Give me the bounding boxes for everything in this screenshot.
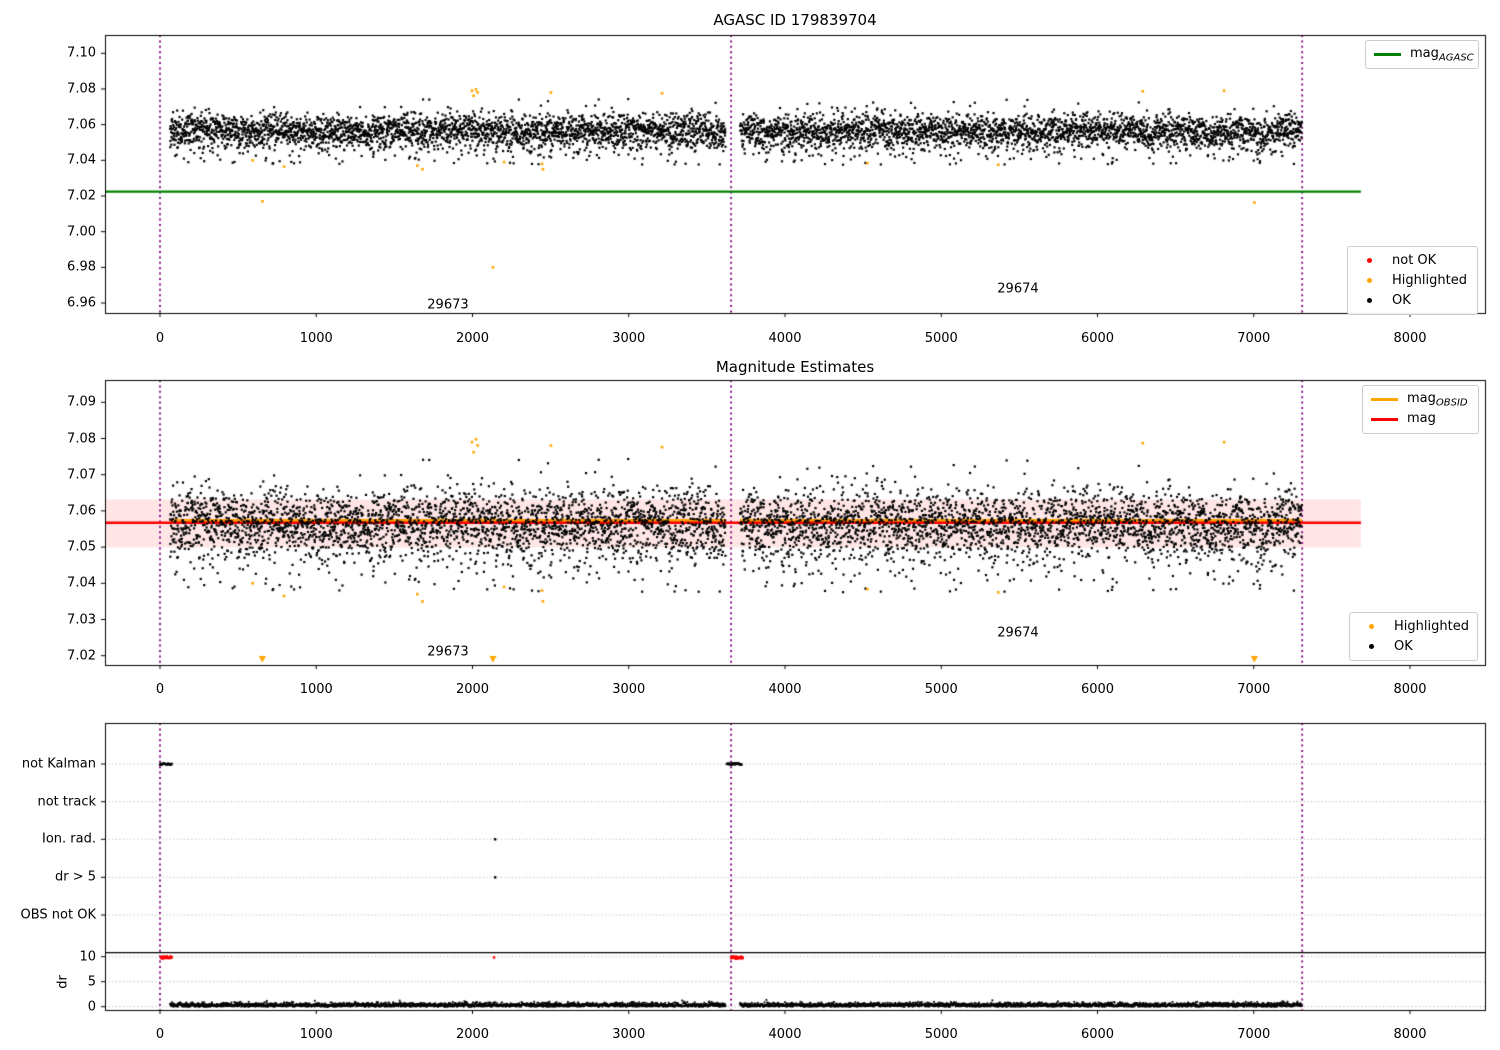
x-tick-label: 0 xyxy=(155,682,165,697)
plot2-title: Magnitude Estimates xyxy=(715,358,875,376)
x-tick-label: 2000 xyxy=(455,1027,490,1042)
x-tick-label: 0 xyxy=(155,331,165,346)
legend-item: not OK xyxy=(1356,252,1469,269)
flag-row-label: Ion. rad. xyxy=(42,831,96,847)
y-tick-label: 7.04 xyxy=(67,575,96,591)
legend-item: Highlighted xyxy=(1358,618,1469,635)
legend-dot xyxy=(1369,644,1374,649)
y-tick-label: 6.96 xyxy=(67,295,96,311)
dr-tick-label: 10 xyxy=(79,949,96,965)
y-tick-label: 7.02 xyxy=(67,188,96,204)
legend-quality-top-plot: not OK Highlighted OK xyxy=(1347,246,1478,315)
dr-tick-label: 5 xyxy=(87,974,96,990)
x-tick-label: 1000 xyxy=(299,1027,333,1042)
legend-label: OK xyxy=(1392,293,1411,308)
y-tick-label: 7.06 xyxy=(67,117,96,133)
y-tick-label: 7.05 xyxy=(67,539,96,555)
y-tick-label: 7.08 xyxy=(67,431,96,446)
flag-row-label: not track xyxy=(37,794,96,810)
legend-label: Highlighted xyxy=(1392,273,1467,288)
legend-label: magAGASC xyxy=(1410,46,1474,64)
legend-dot-swatch xyxy=(1356,298,1383,303)
flag-row-label: dr > 5 xyxy=(54,869,96,885)
y-tick-label: 7.04 xyxy=(67,152,96,168)
legend-dot xyxy=(1367,298,1372,303)
text-overlay: AGASC ID 179839704 Magnitude Estimates 0 10… xyxy=(0,0,1500,1050)
legend-label: not OK xyxy=(1392,253,1437,268)
x-tick-label: 1000 xyxy=(299,331,333,346)
x-tick-label: 7000 xyxy=(1237,331,1271,346)
x-tick-label: 4000 xyxy=(768,682,802,697)
legend-item: OK xyxy=(1356,292,1469,309)
legend-item: Highlighted xyxy=(1356,272,1469,289)
legend-label-main: mag xyxy=(1407,410,1436,426)
dr-tick-label: 0 xyxy=(87,999,96,1015)
x-tick-label: 3000 xyxy=(612,331,646,346)
legend-item: OK xyxy=(1358,638,1469,655)
legend-dot xyxy=(1369,624,1374,629)
legend-label: Highlighted xyxy=(1394,619,1469,634)
x-tick-label: 3000 xyxy=(612,1027,646,1042)
x-tick-label: 8000 xyxy=(1393,331,1427,346)
y-tick-label: 7.09 xyxy=(67,394,96,410)
obsid-annotation: 29673 xyxy=(427,297,469,313)
x-tick-label: 7000 xyxy=(1237,682,1271,697)
legend-dot-swatch xyxy=(1358,644,1385,649)
y-tick-label: 6.98 xyxy=(67,259,96,275)
legend-item: mag xyxy=(1371,411,1470,428)
x-tick-label: 5000 xyxy=(924,682,958,697)
x-tick-label: 6000 xyxy=(1080,682,1115,697)
legend-dot xyxy=(1367,258,1372,263)
legend-dot-swatch xyxy=(1358,624,1385,629)
legend-label-sub: AGASC xyxy=(1438,52,1474,64)
x-tick-label: 8000 xyxy=(1393,682,1427,697)
x-tick-label: 5000 xyxy=(924,1027,958,1042)
flag-row-label: OBS not OK xyxy=(20,907,97,923)
y-tick-label: 7.06 xyxy=(67,503,96,519)
y-tick-label: 7.02 xyxy=(67,648,96,664)
legend-dot-swatch xyxy=(1356,258,1383,263)
plot1-title: AGASC ID 179839704 xyxy=(713,11,877,29)
x-tick-label: 1000 xyxy=(299,682,333,697)
obsid-annotation: 29674 xyxy=(997,281,1039,297)
y-tick-label: 7.08 xyxy=(67,81,96,97)
legend-label: OK xyxy=(1394,639,1413,654)
legend-mag-lines: magOBSID mag xyxy=(1362,385,1479,434)
flag-row-label: not Kalman xyxy=(21,756,96,772)
x-tick-label: 4000 xyxy=(768,1027,802,1042)
x-tick-label: 2000 xyxy=(455,682,490,697)
x-tick-label: 2000 xyxy=(455,331,490,346)
legend-line-swatch xyxy=(1374,53,1401,56)
legend-item: magAGASC xyxy=(1374,46,1474,63)
obsid-annotation: 29674 xyxy=(997,625,1039,641)
legend-label: mag xyxy=(1407,411,1436,429)
x-tick-label: 6000 xyxy=(1080,1027,1115,1042)
x-tick-label: 5000 xyxy=(924,331,958,346)
y-tick-label: 7.03 xyxy=(67,612,96,627)
x-tick-label: 4000 xyxy=(768,331,802,346)
legend-item: magOBSID xyxy=(1371,391,1470,408)
y-tick-label: 7.10 xyxy=(67,45,96,61)
legend-label-main: mag xyxy=(1410,45,1439,61)
x-tick-label: 3000 xyxy=(612,682,646,697)
y-tick-label: 7.00 xyxy=(67,224,96,240)
x-tick-label: 8000 xyxy=(1393,1027,1427,1042)
legend-label: magOBSID xyxy=(1407,391,1468,409)
legend-label-main: mag xyxy=(1407,390,1436,406)
legend-mag-agasc: magAGASC xyxy=(1365,40,1479,69)
legend-dot xyxy=(1367,278,1372,283)
legend-line-swatch xyxy=(1371,418,1398,421)
y-tick-label: 7.07 xyxy=(67,467,96,483)
x-tick-label: 7000 xyxy=(1237,1027,1271,1042)
obsid-annotation: 29673 xyxy=(427,644,469,660)
legend-line-swatch xyxy=(1371,398,1398,401)
x-tick-label: 0 xyxy=(155,1027,165,1042)
legend-label-sub: OBSID xyxy=(1435,397,1468,409)
figure: AGASC ID 179839704 Magnitude Estimates 0 10… xyxy=(0,0,1500,1050)
legend-dot-swatch xyxy=(1356,278,1383,283)
x-tick-label: 6000 xyxy=(1080,331,1115,346)
dr-axis-label: dr xyxy=(55,975,71,989)
legend-quality-mid-plot: Highlighted OK xyxy=(1349,612,1478,661)
